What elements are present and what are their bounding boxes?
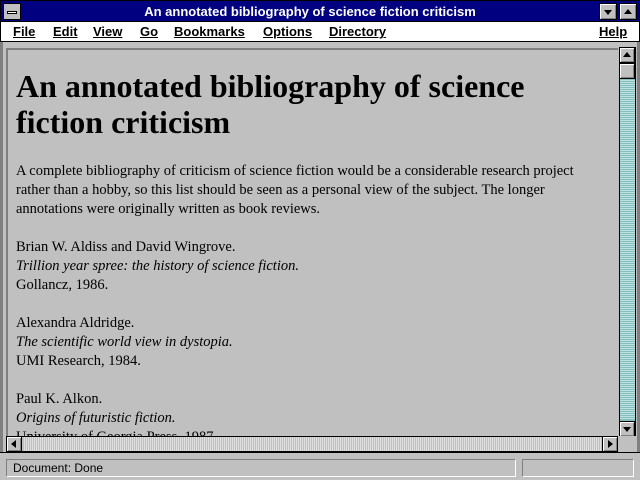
scroll-left-button[interactable]: [6, 436, 22, 452]
system-menu-icon[interactable]: [3, 3, 21, 20]
page-heading: An annotated bibliography of science fic…: [16, 68, 525, 140]
scroll-right-button[interactable]: [602, 436, 618, 452]
maximize-icon: [624, 9, 632, 14]
menu-bar: File Edit View Go Bookmarks Options Dire…: [0, 22, 640, 42]
title-bar[interactable]: An annotated bibliography of science fic…: [0, 0, 640, 22]
horizontal-scrollbar[interactable]: [6, 436, 618, 452]
status-bar: Document: Done: [0, 452, 640, 480]
bibliography-entry: Paul K. Alkon. Origins of futuristic fic…: [16, 390, 606, 436]
document-body: An annotated bibliography of science fic…: [16, 68, 606, 436]
vertical-scroll-track[interactable]: [620, 64, 635, 420]
scroll-up-arrow-icon: [623, 52, 631, 57]
maximize-button[interactable]: [619, 3, 637, 20]
minimize-icon: [604, 10, 612, 15]
bibliography-entry: Brian W. Aldiss and David Wingrove. Tril…: [16, 238, 606, 295]
horizontal-scroll-track[interactable]: [23, 437, 601, 451]
scrollbar-corner: [619, 436, 636, 452]
scroll-down-button[interactable]: [619, 421, 635, 437]
entry-author: Brian W. Aldiss and David Wingrove.: [16, 239, 236, 255]
scroll-down-arrow-icon: [623, 427, 631, 432]
entry-title: The scientific world view in dystopia.: [16, 334, 233, 350]
entry-title: Trillion year spree: the history of scie…: [16, 258, 299, 274]
progress-indicator: [522, 459, 634, 477]
scroll-up-button[interactable]: [619, 47, 635, 63]
menu-go[interactable]: Go: [140, 24, 158, 39]
menu-options[interactable]: Options: [263, 24, 312, 39]
entry-publisher: University of Georgia Press, 1987.: [16, 428, 606, 436]
menu-edit[interactable]: Edit: [53, 24, 78, 39]
menu-bookmarks[interactable]: Bookmarks: [174, 24, 245, 39]
scroll-right-arrow-icon: [608, 440, 613, 448]
vertical-scroll-thumb[interactable]: [619, 63, 635, 79]
window-title: An annotated bibliography of science fic…: [144, 4, 476, 19]
menu-help[interactable]: Help: [599, 24, 627, 39]
document-view[interactable]: An annotated bibliography of science fic…: [6, 48, 618, 436]
minimize-button[interactable]: [599, 3, 617, 20]
scroll-left-arrow-icon: [11, 440, 16, 448]
status-text: Document: Done: [6, 459, 516, 477]
menu-file[interactable]: File: [13, 24, 35, 39]
menu-directory[interactable]: Directory: [329, 24, 386, 39]
vertical-scrollbar[interactable]: [619, 47, 636, 437]
menu-view[interactable]: View: [93, 24, 122, 39]
bibliography-entry: Alexandra Aldridge. The scientific world…: [16, 314, 606, 371]
entry-author: Alexandra Aldridge.: [16, 315, 135, 331]
entry-publisher: UMI Research, 1984.: [16, 353, 141, 369]
intro-paragraph: A complete bibliography of criticism of …: [16, 163, 574, 217]
entry-title: Origins of futuristic fiction.: [16, 410, 176, 426]
entry-publisher: Gollancz, 1986.: [16, 277, 109, 293]
entry-author: Paul K. Alkon.: [16, 391, 103, 407]
